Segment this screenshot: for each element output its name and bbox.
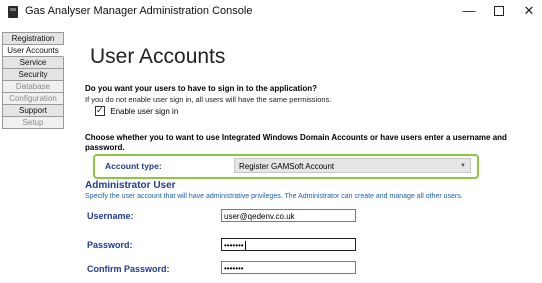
app-window: Gas Analyser Manager Administration Cons…	[0, 0, 542, 283]
page-title: User Accounts	[90, 45, 226, 68]
account-type-select[interactable]: Register GAMSoft Account ▼	[234, 158, 471, 173]
checkmark-icon: ✓	[96, 105, 104, 115]
signin-note: If you do not enable user sign in, all u…	[85, 95, 332, 104]
account-question: Choose whether you to want to use Integr…	[85, 133, 507, 152]
chevron-down-icon: ▼	[460, 163, 466, 169]
username-field[interactable]: user@qedenv.co.uk	[221, 209, 356, 222]
username-label: Username:	[87, 211, 134, 221]
account-type-label: Account type:	[105, 161, 162, 171]
app-icon	[8, 6, 18, 18]
enable-signin-option[interactable]: ✓ Enable user sign in	[95, 105, 179, 117]
sidebar-item-database: Database	[2, 81, 64, 93]
password-value: •••••••	[224, 241, 244, 250]
sidebar-item-support[interactable]: Support	[2, 105, 64, 117]
enable-signin-checkbox[interactable]: ✓	[95, 105, 105, 116]
enable-signin-label: Enable user sign in	[110, 107, 179, 117]
admin-section-heading: Administrator User	[85, 180, 176, 191]
sidebar-item-service[interactable]: Service	[2, 57, 64, 69]
account-type-value: Register GAMSoft Account	[239, 162, 335, 171]
main-panel: User Accounts Do you want your users to …	[80, 0, 542, 283]
sidebar-item-user-accounts[interactable]: User Accounts	[2, 45, 64, 57]
text-caret	[244, 241, 246, 250]
signin-question: Do you want your users to have to sign i…	[85, 84, 318, 93]
account-type-row: Account type: Register GAMSoft Account ▼	[93, 154, 479, 179]
sidebar-item-configuration: Configuration	[2, 93, 64, 105]
sidebar-item-registration[interactable]: Registration	[2, 32, 64, 45]
password-field[interactable]: •••••••	[221, 238, 356, 251]
confirm-password-label: Confirm Password:	[87, 264, 170, 274]
admin-section-description: Specify the user account that will have …	[85, 193, 463, 200]
sidebar-item-setup: Setup	[2, 117, 64, 129]
sidebar-nav: Registration User Accounts Service Secur…	[2, 32, 64, 129]
sidebar-item-security[interactable]: Security	[2, 69, 64, 81]
confirm-password-field[interactable]: •••••••	[221, 261, 356, 274]
password-label: Password:	[87, 240, 133, 250]
